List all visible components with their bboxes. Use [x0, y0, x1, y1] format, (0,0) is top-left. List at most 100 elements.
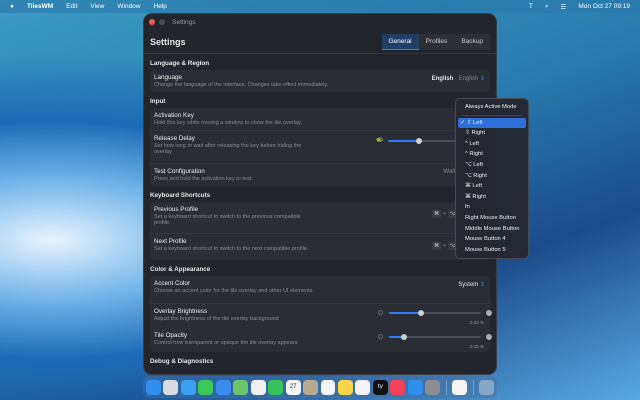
tab-general[interactable]: General	[381, 33, 419, 50]
clock[interactable]: Mon Oct 27 09:19	[578, 3, 630, 11]
activation-key-row: Activation Key Hold this key while movin…	[150, 108, 490, 131]
next-profile-row: Next Profile Set a keyboard shortcut to …	[150, 234, 490, 260]
key-cap: ⌘	[432, 210, 441, 218]
search-icon[interactable]: ⌕	[545, 3, 549, 11]
tile-opacity-row: Tile Opacity Control how transparent or …	[150, 328, 492, 352]
menu-item[interactable]: Right Mouse Button	[458, 213, 526, 224]
dock-app-store-icon[interactable]	[407, 379, 423, 395]
accent-color-row: Accent Color Choose an accent color for …	[150, 276, 490, 304]
control-center-icon[interactable]: ☰	[561, 3, 567, 11]
language-row: Language Change the language of the inte…	[150, 70, 490, 92]
brightness-value: 0.33 %	[469, 320, 484, 325]
menu-item[interactable]: ⌥ Left	[458, 160, 526, 171]
menu-view[interactable]: View	[90, 3, 104, 10]
dock-trash-icon[interactable]	[479, 379, 495, 395]
row-label: Activation Key	[154, 112, 194, 119]
page-title: Settings	[150, 36, 186, 47]
dock-tv-icon[interactable]: tv	[372, 379, 388, 395]
dock-mail-icon[interactable]	[215, 379, 231, 395]
tile-opacity-slider[interactable]	[389, 333, 481, 340]
row-desc: Set a keyboard shortcut to switch to the…	[154, 214, 301, 226]
row-label: Test Configuration	[154, 168, 205, 175]
row-desc: Control how transparent or opaque the ti…	[154, 340, 298, 346]
opaque-icon	[486, 333, 492, 340]
key-cap: ⌘	[432, 242, 441, 250]
menu-item[interactable]: ✓ ⇧ Left	[458, 117, 526, 129]
select-value-sub: - English	[454, 76, 479, 82]
title-bar: Settings	[144, 14, 496, 30]
dock-messages-icon[interactable]	[198, 379, 214, 395]
tab-profiles[interactable]: Profiles	[419, 34, 455, 50]
menu-item[interactable]: ^ Right	[458, 149, 526, 160]
menu-item[interactable]: ⌘ Left	[458, 181, 526, 192]
dock-photos-icon[interactable]	[250, 379, 266, 395]
dock-system-settings-icon[interactable]	[425, 379, 441, 395]
menu-item[interactable]: ⌥ Right	[458, 171, 526, 182]
turtle-icon: 🐢	[376, 137, 384, 143]
dock-freeform-icon[interactable]	[355, 379, 371, 395]
dock-facetime-icon[interactable]	[268, 379, 284, 395]
settings-window: Settings Settings General Profiles Backu…	[143, 13, 497, 375]
dock-contacts-icon[interactable]	[303, 379, 319, 395]
menu-app-name[interactable]: TilesWM	[27, 3, 53, 10]
release-delay-row: Release Delay Set how long to wait after…	[150, 131, 490, 164]
menu-item[interactable]: fn	[458, 202, 526, 213]
menu-divider	[462, 114, 522, 116]
row-label: Accent Color	[154, 280, 191, 287]
section-title: Language & Region	[150, 60, 210, 67]
dock-reminders-icon[interactable]	[320, 379, 336, 395]
menu-bar: ● TilesWM Edit View Window Help T ⌕ ☰ Mo…	[0, 0, 640, 13]
dock-divider	[472, 379, 474, 395]
dock-maps-icon[interactable]	[233, 379, 249, 395]
close-button[interactable]	[149, 19, 155, 25]
menu-item-label: ⇧ Left	[466, 119, 483, 126]
test-configuration-row: Test Configuration Press and hold the ac…	[150, 164, 490, 186]
chevron-updown-icon: ⇕	[479, 76, 485, 82]
tab-backup[interactable]: Backup	[454, 34, 490, 50]
row-desc: Adjust the brightness of the tile overla…	[154, 316, 279, 322]
menu-help[interactable]: Help	[154, 3, 167, 10]
chevron-updown-icon: ⇕	[479, 282, 485, 288]
menu-header[interactable]: Always Active Mode	[458, 102, 526, 113]
tab-bar: General Profiles Backup	[381, 33, 490, 50]
row-desc: Choose an accent color for the tile over…	[154, 288, 314, 294]
dock-calendar-icon[interactable]: 27	[285, 379, 301, 395]
row-desc: Set a keyboard shortcut to switch to the…	[154, 246, 309, 252]
transparent-icon	[378, 334, 383, 339]
dock-tiles-icon[interactable]	[452, 379, 468, 395]
dock-music-icon[interactable]	[390, 379, 406, 395]
apple-icon[interactable]: ●	[10, 3, 14, 10]
dock-notes-icon[interactable]	[337, 379, 353, 395]
overlay-brightness-row: Overlay Brightness Adjust the brightness…	[150, 304, 492, 328]
menu-item[interactable]: ⇧ Right	[458, 128, 526, 139]
menu-item[interactable]: ^ Left	[458, 139, 526, 150]
dock: 27 tv	[143, 376, 497, 398]
row-desc: Press and hold the activation key to tes…	[154, 176, 252, 182]
menu-item[interactable]: Mouse Button 5	[458, 245, 526, 256]
menu-window[interactable]: Window	[117, 3, 140, 10]
overlay-brightness-slider[interactable]	[389, 309, 481, 316]
section-title: Keyboard Shortcuts	[150, 192, 211, 199]
row-desc: Set how long to wait after releasing the…	[154, 143, 302, 155]
section-title: Color & Appearance	[150, 266, 211, 273]
row-desc: Change the language of the interface. Ch…	[154, 82, 329, 88]
dim-icon	[378, 310, 383, 315]
minimize-button[interactable]	[159, 19, 165, 25]
dock-safari-icon[interactable]	[180, 379, 196, 395]
menu-item[interactable]: Mouse Button 4	[458, 234, 526, 245]
opacity-value: 0.15 %	[469, 344, 484, 349]
dock-divider	[445, 379, 447, 395]
dock-launchpad-icon[interactable]	[163, 379, 179, 395]
row-desc: Hold this key while moving a window to s…	[154, 120, 302, 126]
select-value: System	[458, 282, 479, 288]
dock-finder-icon[interactable]	[146, 379, 161, 395]
previous-profile-row: Previous Profile Set a keyboard shortcut…	[150, 202, 490, 234]
tiles-status-icon[interactable]: T	[529, 3, 533, 11]
bright-icon	[486, 309, 492, 316]
menu-item[interactable]: Middle Mouse Button	[458, 224, 526, 235]
section-title: Debug & Diagnostics	[150, 358, 214, 365]
menu-item[interactable]: ⌘ Right	[458, 192, 526, 203]
menu-edit[interactable]: Edit	[66, 3, 77, 10]
accent-color-select[interactable]: System ⇕	[458, 281, 485, 288]
language-select[interactable]: English - English ⇕	[432, 75, 485, 82]
